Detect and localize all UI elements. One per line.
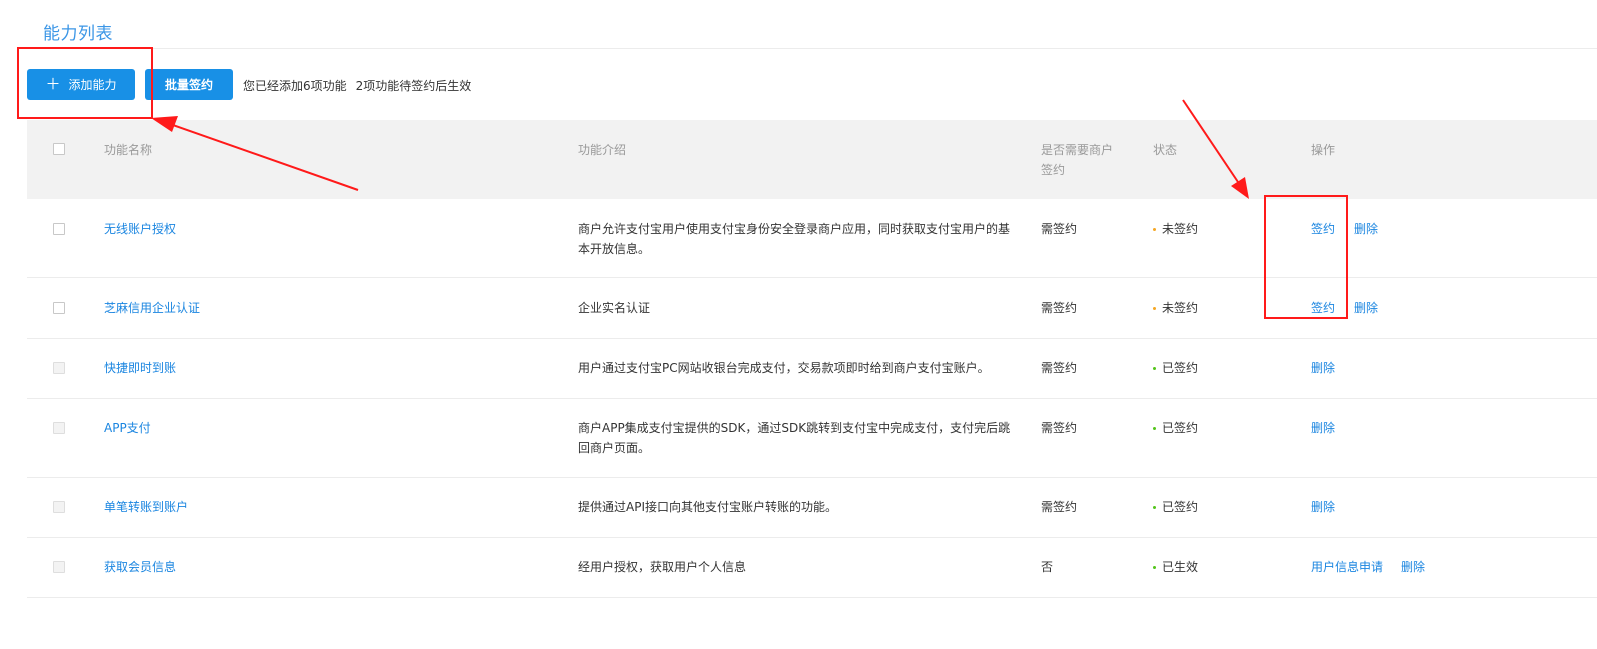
- annotation-arrows: [151, 99, 1249, 199]
- annotation-arrow-left: [151, 116, 359, 191]
- annotation-arrow-right: [1182, 99, 1249, 199]
